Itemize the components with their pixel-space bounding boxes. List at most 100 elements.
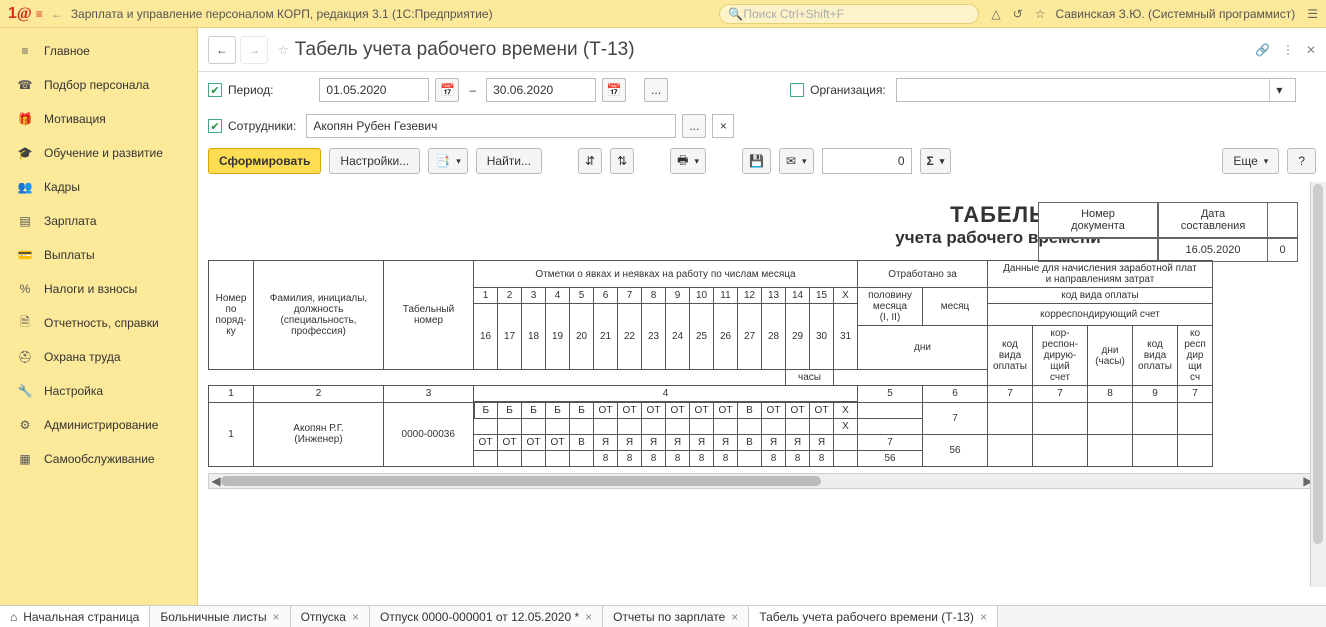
- doc-date-header: Дата составления: [1158, 202, 1268, 238]
- tab-label: Табель учета рабочего времени (Т-13): [759, 610, 974, 624]
- sum-input[interactable]: 0: [822, 148, 912, 174]
- email-icon: ✉: [786, 154, 796, 168]
- page-title: Табель учета рабочего времени (Т-13): [295, 39, 635, 61]
- employees-label: Сотрудники:: [228, 119, 296, 133]
- date-from-calendar-icon[interactable]: 📅: [435, 78, 459, 102]
- sidebar-item-7[interactable]: %Налоги и взносы: [0, 272, 197, 306]
- close-icon[interactable]: ✕: [1306, 43, 1316, 57]
- tab-close-icon[interactable]: ×: [731, 610, 738, 624]
- sidebar: ≡ Главное ☎Подбор персонала🎁Мотивация🎓Обуч…: [0, 28, 198, 605]
- sigma-button[interactable]: Σ▾: [920, 148, 952, 174]
- date-from-input[interactable]: 01.05.2020: [319, 78, 429, 102]
- sidebar-icon: ≡: [16, 44, 34, 58]
- email-button[interactable]: ✉▾: [779, 148, 814, 174]
- tab-label: Больничные листы: [160, 610, 266, 624]
- tab-0[interactable]: Больничные листы ×: [150, 606, 290, 627]
- bell-icon[interactable]: △: [991, 7, 1000, 21]
- sidebar-item-3[interactable]: 🎓Обучение и развитие: [0, 136, 197, 170]
- expand-button[interactable]: ⇵: [578, 148, 602, 174]
- user-label[interactable]: Савинская З.Ю. (Системный программист): [1055, 7, 1295, 21]
- sidebar-item-10[interactable]: 🔧Настройка: [0, 374, 197, 408]
- sidebar-label: Мотивация: [44, 112, 106, 126]
- tab-2[interactable]: Отпуск 0000-000001 от 12.05.2020 *×: [370, 606, 603, 627]
- more-button[interactable]: Еще▾: [1222, 148, 1279, 174]
- save-button[interactable]: 💾: [742, 148, 771, 174]
- date-to-calendar-icon[interactable]: 📅: [602, 78, 626, 102]
- collapse-button[interactable]: ⇅: [610, 148, 634, 174]
- org-input[interactable]: ▾: [896, 78, 1296, 102]
- print-icon: 🖶: [677, 151, 688, 172]
- main: ← → ☆ Табель учета рабочего времени (Т-1…: [198, 28, 1326, 605]
- print-button[interactable]: 🖶▾: [670, 148, 706, 174]
- sidebar-item-6[interactable]: 💳Выплаты: [0, 238, 197, 272]
- sidebar-item-9[interactable]: ⛑Охрана труда: [0, 340, 197, 374]
- org-dropdown-icon[interactable]: ▾: [1269, 79, 1289, 101]
- main-header: ← → ☆ Табель учета рабочего времени (Т-1…: [198, 28, 1326, 72]
- settings-button[interactable]: Настройки...: [329, 148, 420, 174]
- global-search[interactable]: 🔍 Поиск Ctrl+Shift+F: [719, 4, 979, 24]
- employee-clear-button[interactable]: ×: [712, 114, 734, 138]
- menu-icon[interactable]: ☰: [1307, 7, 1318, 21]
- sidebar-icon: ⚙: [16, 418, 34, 432]
- employees-checkbox[interactable]: [208, 119, 222, 133]
- find-button[interactable]: Найти...: [476, 148, 542, 174]
- sidebar-icon: %: [16, 282, 34, 296]
- sidebar-item-2[interactable]: 🎁Мотивация: [0, 102, 197, 136]
- variants-button[interactable]: 📑▾: [428, 148, 467, 174]
- sidebar-item-12[interactable]: ▦Самообслуживание: [0, 442, 197, 476]
- kebab-icon[interactable]: ⋮: [1282, 43, 1294, 57]
- star-icon[interactable]: ☆: [1035, 7, 1046, 21]
- tab-close-icon[interactable]: ×: [585, 610, 592, 624]
- doc-extra-value: 0: [1268, 238, 1298, 262]
- tab-close-icon[interactable]: ×: [273, 610, 280, 624]
- toolbar: Сформировать Настройки... 📑▾ Найти... ⇵ …: [198, 144, 1326, 182]
- save-icon: 💾: [749, 154, 764, 168]
- doc-num-header: Номер документа: [1038, 202, 1158, 238]
- sidebar-item-0[interactable]: ≡ Главное: [0, 34, 197, 68]
- period-checkbox[interactable]: [208, 83, 222, 97]
- date-to-input[interactable]: 30.06.2020: [486, 78, 596, 102]
- horizontal-scrollbar[interactable]: ◀▶: [208, 473, 1316, 489]
- help-button[interactable]: ?: [1287, 148, 1316, 174]
- doc-num-value: [1038, 238, 1158, 262]
- org-checkbox[interactable]: [790, 83, 804, 97]
- report-area[interactable]: Номер документа Дата составления 16.05.2…: [198, 182, 1326, 605]
- sidebar-item-1[interactable]: ☎Подбор персонала: [0, 68, 197, 102]
- tab-3[interactable]: Отчеты по зарплате ×: [603, 606, 749, 627]
- sidebar-item-4[interactable]: 👥Кадры: [0, 170, 197, 204]
- tab-1[interactable]: Отпуска×: [291, 606, 370, 627]
- doc-extra-header: [1268, 202, 1298, 238]
- period-label: Период:: [228, 83, 273, 97]
- sidebar-item-8[interactable]: 🗎Отчетность, справки: [0, 306, 197, 340]
- link-icon[interactable]: 🔗: [1255, 43, 1270, 57]
- employee-select-button[interactable]: ...: [682, 114, 706, 138]
- sidebar-item-5[interactable]: ▤Зарплата: [0, 204, 197, 238]
- filter-row-employees: Сотрудники: Акопян Рубен Гезевич ... ×: [198, 108, 1326, 144]
- tab-close-icon[interactable]: ×: [980, 610, 987, 624]
- back-arrow-icon[interactable]: ←: [51, 7, 63, 21]
- sidebar-icon: ▤: [16, 214, 34, 228]
- sidebar-item-11[interactable]: ⚙Администрирование: [0, 408, 197, 442]
- search-icon: 🔍: [728, 7, 743, 21]
- employee-input[interactable]: Акопян Рубен Гезевич: [306, 114, 676, 138]
- sidebar-label: Главное: [44, 44, 90, 58]
- app-title: Зарплата и управление персоналом КОРП, р…: [71, 7, 493, 21]
- nav-back-button[interactable]: ←: [208, 36, 236, 64]
- sidebar-icon: ▦: [16, 452, 34, 466]
- generate-button[interactable]: Сформировать: [208, 148, 321, 174]
- titlebar: 1@ ≡ ← Зарплата и управление персоналом …: [0, 0, 1326, 28]
- nav-forward-button[interactable]: →: [240, 36, 268, 64]
- home-tab[interactable]: ⌂ Начальная страница: [0, 606, 150, 627]
- sidebar-label: Отчетность, справки: [44, 316, 159, 330]
- sidebar-icon: 👥: [16, 180, 34, 194]
- tab-4[interactable]: Табель учета рабочего времени (Т-13) ×: [749, 606, 998, 627]
- doc-date-value: 16.05.2020: [1158, 238, 1268, 262]
- tab-close-icon[interactable]: ×: [352, 610, 359, 624]
- favorite-icon[interactable]: ☆: [278, 43, 289, 57]
- history-icon[interactable]: ↺: [1013, 7, 1023, 21]
- period-select-button[interactable]: ...: [644, 78, 668, 102]
- sidebar-label: Обучение и развитие: [44, 146, 163, 160]
- vertical-scrollbar[interactable]: [1310, 182, 1326, 587]
- timesheet-table: Номер по поряд- куФамилия, инициалы, дол…: [208, 260, 1213, 467]
- tab-label: Отчеты по зарплате: [613, 610, 725, 624]
